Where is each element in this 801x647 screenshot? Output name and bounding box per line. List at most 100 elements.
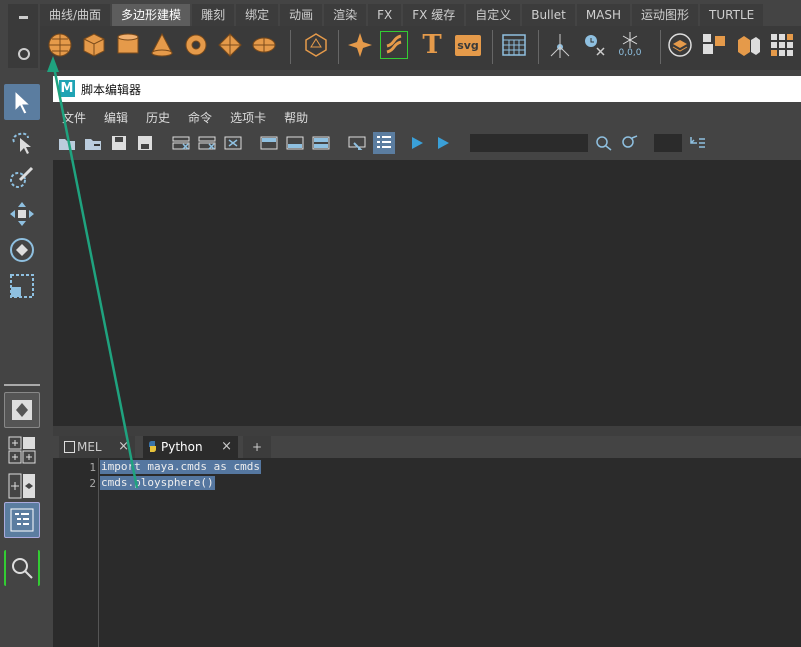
- tab-bullet[interactable]: Bullet: [522, 4, 575, 26]
- select-tool-icon[interactable]: [4, 84, 40, 120]
- menu-file[interactable]: 文件: [53, 109, 95, 126]
- freeze-transform-icon[interactable]: [580, 31, 608, 59]
- script-editor-titlebar[interactable]: M 脚本编辑器: [53, 76, 801, 102]
- search-icon[interactable]: [4, 550, 40, 586]
- shelf-icon-bar: T svg 0,0,0: [40, 26, 801, 70]
- tab-mash[interactable]: MASH: [576, 4, 631, 26]
- line-number: 2: [89, 477, 96, 490]
- tab-sculpting[interactable]: 雕刻: [192, 4, 235, 26]
- tab-fx[interactable]: FX: [368, 4, 402, 26]
- open-script-icon[interactable]: [57, 133, 77, 153]
- goto-line-field[interactable]: [654, 134, 682, 152]
- tab-mel-label: MEL: [77, 440, 102, 454]
- save-script-icon[interactable]: [109, 133, 129, 153]
- outliner-view-icon[interactable]: [4, 502, 40, 538]
- combine-icon[interactable]: [666, 31, 694, 59]
- coord-label: 0,0,0: [618, 48, 642, 58]
- tab-custom[interactable]: 自定义: [466, 4, 521, 26]
- add-tab-button[interactable]: +: [243, 436, 271, 458]
- search-field[interactable]: [470, 134, 588, 152]
- poly-cylinder-icon[interactable]: [114, 31, 142, 59]
- menu-edit[interactable]: 编辑: [95, 109, 137, 126]
- poly-cone-icon[interactable]: [148, 31, 176, 59]
- menu-tabs[interactable]: 选项卡: [221, 109, 275, 126]
- show-input-icon[interactable]: [285, 133, 305, 153]
- sweep-mesh-icon[interactable]: [380, 31, 408, 59]
- type-tool-icon[interactable]: T: [418, 30, 446, 60]
- smooth-icon[interactable]: [768, 31, 796, 59]
- tab-python-label: Python: [161, 440, 203, 454]
- script-input-editor[interactable]: 1 2 import maya.cmds as cmds cmds.ploysp…: [53, 458, 801, 647]
- clear-input-icon[interactable]: [197, 133, 217, 153]
- close-python-tab-icon[interactable]: ×: [221, 436, 232, 458]
- svg-tool-icon[interactable]: svg: [454, 31, 482, 59]
- python-icon: [149, 441, 156, 452]
- menu-history[interactable]: 历史: [137, 109, 179, 126]
- tab-poly-modeling[interactable]: 多边形建模: [112, 4, 191, 26]
- menu-command[interactable]: 命令: [179, 109, 221, 126]
- clear-history-icon[interactable]: [171, 133, 191, 153]
- toolbox: [0, 72, 44, 647]
- history-output-panel[interactable]: [53, 160, 801, 426]
- search-up-icon[interactable]: [620, 133, 640, 153]
- clear-all-icon[interactable]: [223, 133, 243, 153]
- toolbox-divider: [4, 384, 40, 386]
- shelf-collapse-handle[interactable]: [8, 4, 38, 68]
- poly-sphere-icon[interactable]: [46, 31, 74, 59]
- snowflake-icon[interactable]: 0,0,0: [616, 31, 644, 59]
- tab-turtle[interactable]: TURTLE: [700, 4, 764, 26]
- close-mel-tab-icon[interactable]: ×: [118, 436, 129, 458]
- tab-motion-graphics[interactable]: 运动图形: [632, 4, 699, 26]
- line-numbers-icon[interactable]: [373, 132, 395, 154]
- tab-python[interactable]: Python ×: [143, 436, 238, 458]
- lasso-tool-icon[interactable]: [4, 124, 40, 160]
- menu-help[interactable]: 帮助: [275, 109, 317, 126]
- separate-icon[interactable]: [700, 31, 728, 59]
- goto-line-icon[interactable]: [688, 133, 708, 153]
- scale-tool-icon[interactable]: [4, 268, 40, 304]
- rotate-tool-icon[interactable]: [4, 232, 40, 268]
- tab-animation[interactable]: 动画: [280, 4, 323, 26]
- poly-torus-icon[interactable]: [182, 31, 210, 59]
- script-toolbar: [53, 130, 801, 156]
- show-history-icon[interactable]: [259, 133, 279, 153]
- show-both-icon[interactable]: [311, 133, 331, 153]
- window-title: 脚本编辑器: [81, 83, 142, 97]
- shelf-settings-icon[interactable]: [18, 48, 30, 60]
- poly-cube-icon[interactable]: [80, 31, 108, 59]
- platonic-solid-icon[interactable]: [302, 31, 330, 59]
- single-view-icon[interactable]: [4, 392, 40, 428]
- super-shape-icon[interactable]: [346, 31, 374, 59]
- poly-disc-icon[interactable]: [250, 31, 278, 59]
- tab-rigging[interactable]: 绑定: [236, 4, 279, 26]
- paint-select-icon[interactable]: [4, 160, 40, 196]
- echo-commands-icon[interactable]: [347, 133, 367, 153]
- center-pivot-icon[interactable]: [546, 31, 574, 59]
- extract-icon[interactable]: [734, 31, 762, 59]
- maya-logo-icon: M: [59, 80, 75, 97]
- source-script-icon[interactable]: [83, 133, 103, 153]
- tab-rendering[interactable]: 渲染: [324, 4, 367, 26]
- poly-plane-icon[interactable]: [216, 31, 244, 59]
- execute-all-icon[interactable]: [433, 133, 453, 153]
- tab-fx-caching[interactable]: FX 缓存: [403, 4, 465, 26]
- shelf-tabs: 曲线/曲面 多边形建模 雕刻 绑定 动画 渲染 FX FX 缓存 自定义 Bul…: [40, 4, 801, 26]
- code-line[interactable]: import maya.cmds as cmds: [100, 460, 261, 474]
- line-number-gutter: 1 2: [53, 458, 99, 647]
- shelf-menu-icon[interactable]: [19, 16, 28, 19]
- save-to-shelf-icon[interactable]: [135, 133, 155, 153]
- mel-icon: [64, 441, 75, 453]
- tab-curves-surfaces[interactable]: 曲线/曲面: [40, 4, 111, 26]
- code-line[interactable]: cmds.ploysphere(): [100, 476, 215, 490]
- two-view-icon[interactable]: [4, 468, 40, 504]
- move-tool-icon[interactable]: [4, 196, 40, 232]
- svg-label: svg: [455, 34, 481, 56]
- poly-grid-icon[interactable]: [500, 31, 528, 59]
- four-view-icon[interactable]: [4, 432, 40, 468]
- menu-bar: 文件 编辑 历史 命令 选项卡 帮助: [53, 106, 801, 128]
- pane-splitter[interactable]: [53, 426, 801, 436]
- editor-tabs: MEL × Python × +: [53, 436, 801, 458]
- tab-mel[interactable]: MEL ×: [59, 436, 135, 458]
- search-down-icon[interactable]: [594, 133, 614, 153]
- execute-selected-icon[interactable]: [407, 133, 427, 153]
